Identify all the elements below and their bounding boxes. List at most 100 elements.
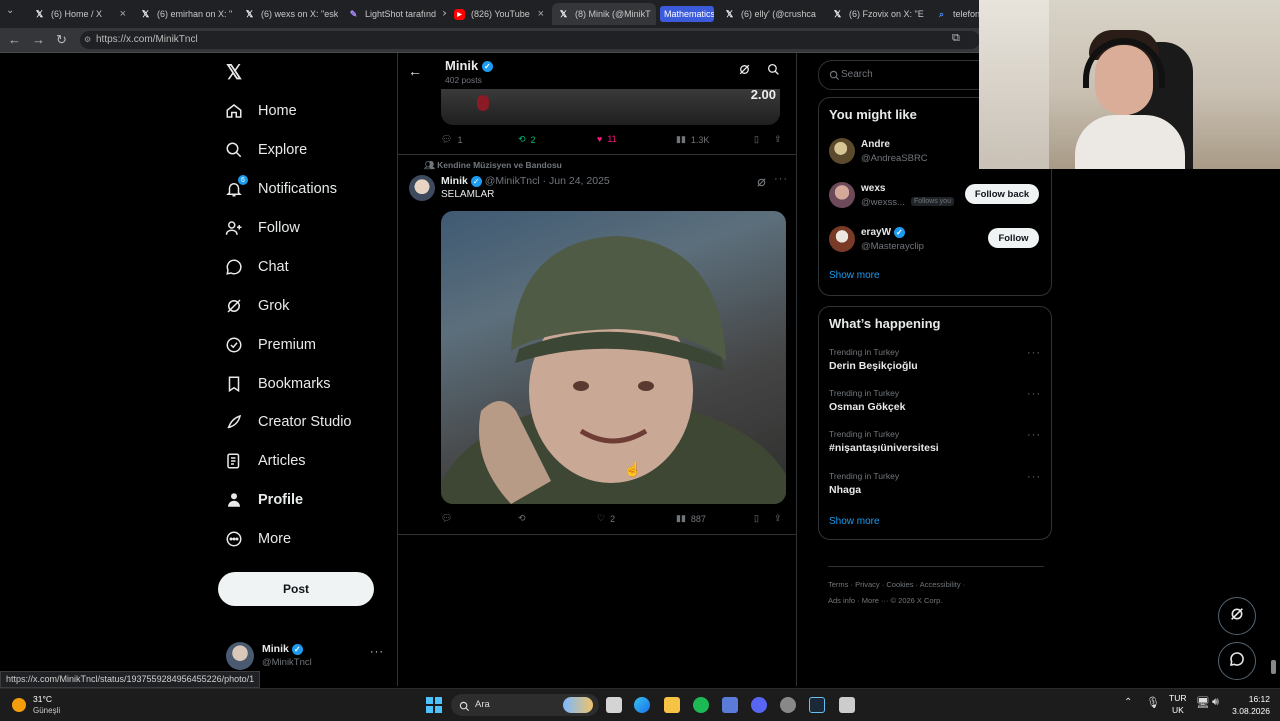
browser-tab[interactable]: ▶(826) YouTube× — [448, 3, 550, 25]
tab-group-mathematics[interactable]: Mathematics — [660, 6, 714, 22]
sidebar-item-follow[interactable]: Follow — [224, 216, 300, 240]
chat-fab[interactable] — [1218, 642, 1256, 680]
footer-link-ads[interactable]: Ads info — [828, 596, 855, 605]
x-logo-icon[interactable]: 𝕏 — [226, 60, 242, 85]
views-button[interactable]: ▮▮1.3K — [676, 134, 709, 145]
trend-item[interactable]: Trending in Turkey #nişantaşıüniversites… — [829, 429, 1041, 454]
close-icon[interactable]: × — [120, 8, 126, 20]
more-icon[interactable]: ··· — [1027, 388, 1041, 400]
tab-list-icon[interactable]: ⌄ — [6, 5, 14, 16]
grok-icon[interactable] — [738, 63, 751, 81]
taskbar-search[interactable]: Ara — [451, 694, 599, 716]
network-icon[interactable]: 🖥︎ — [1196, 696, 1210, 709]
footer-link-terms[interactable]: Terms — [828, 580, 848, 589]
sidebar-item-more[interactable]: More — [224, 527, 291, 551]
close-icon[interactable]: × — [538, 8, 544, 20]
tray-chevron-icon[interactable]: ⌃ — [1124, 697, 1132, 708]
like-button[interactable]: ♡2 — [597, 513, 615, 524]
clock-date[interactable]: 3.08.2026 — [1224, 706, 1270, 716]
footer-link-accessibility[interactable]: Accessibility — [920, 580, 961, 589]
follow-back-button[interactable]: Follow back — [965, 184, 1039, 204]
sidebar-item-notifications[interactable]: 6 Notifications — [224, 177, 337, 201]
browser-tab-active[interactable]: 𝕏(8) Minik (@MinikT× — [552, 3, 656, 25]
author-handle[interactable]: @MinikTncl — [485, 175, 540, 187]
sidebar-item-home[interactable]: Home — [224, 99, 297, 123]
like-button[interactable]: ♥11 — [597, 134, 617, 144]
calculator-icon[interactable] — [839, 697, 855, 713]
grok-fab[interactable] — [1218, 597, 1256, 635]
clock-time[interactable]: 16:12 — [1234, 694, 1270, 704]
sidebar-item-grok[interactable]: Grok — [224, 294, 289, 318]
sidebar-item-profile[interactable]: Profile — [224, 488, 303, 512]
url-field[interactable]: ⚙https://x.com/MinikTncl — [80, 31, 980, 49]
reload-icon[interactable]: ↻ — [56, 32, 67, 48]
more-icon[interactable]: ··· — [1027, 429, 1041, 441]
repost-button[interactable]: ⟲ — [518, 513, 531, 524]
trend-item[interactable]: Trending in Turkey Nhaga ··· — [829, 471, 1041, 496]
weather-temp[interactable]: 31°C — [33, 694, 52, 704]
more-icon[interactable]: ··· — [774, 173, 788, 185]
sidebar-item-articles[interactable]: Articles — [224, 449, 306, 473]
sidebar-item-premium[interactable]: Premium — [224, 333, 316, 357]
more-icon[interactable]: ··· — [370, 646, 384, 658]
follow-button[interactable]: Follow — [988, 228, 1039, 248]
volume-icon[interactable]: 🔊︎ — [1212, 696, 1219, 709]
reply-button[interactable]: 💬︎ — [441, 513, 457, 524]
post-photo[interactable]: ☝ — [441, 211, 786, 504]
site-info-icon[interactable]: ⚙ — [84, 31, 91, 49]
footer-link-privacy[interactable]: Privacy — [855, 580, 880, 589]
bookmark-button[interactable]: ▯ — [754, 134, 759, 145]
search-input[interactable]: Search — [818, 60, 990, 90]
browser-tab[interactable]: 𝕏(6) emirhan on X: "× — [134, 3, 234, 25]
share-button[interactable]: ⇪ — [774, 513, 782, 524]
back-icon[interactable]: ← — [8, 32, 21, 47]
author-name[interactable]: Minik — [441, 175, 468, 187]
sidebar-item-chat[interactable]: Chat — [224, 255, 289, 279]
app-icon[interactable] — [780, 697, 796, 713]
avatar[interactable] — [409, 175, 435, 201]
game-launcher-icon[interactable] — [722, 697, 738, 713]
discord-icon[interactable] — [751, 697, 767, 713]
reply-button[interactable]: 💬︎1 — [441, 134, 462, 145]
microphone-icon[interactable]: 🎙︎ — [1146, 696, 1160, 709]
previous-post-media[interactable]: 2.00 — [441, 89, 780, 125]
browser-tab[interactable]: 𝕏(6) wexs on X: "esk× — [238, 3, 338, 25]
post-date[interactable]: · Jun 24, 2025 — [543, 175, 610, 187]
bookmark-button[interactable]: ▯ — [754, 513, 759, 524]
browser-tab[interactable]: ⌕telefon k — [930, 3, 980, 25]
post-button[interactable]: Post — [218, 572, 374, 606]
footer-link-more[interactable]: More ··· — [862, 596, 889, 605]
more-icon[interactable]: ··· — [1027, 347, 1041, 359]
trend-item[interactable]: Trending in Turkey Derin Beşikçioğlu ··· — [829, 347, 1041, 372]
post-article[interactable]: 👥︎ Kendine Müzisyen ve Bandosu Minik ✓ @… — [398, 155, 796, 535]
more-icon[interactable]: ··· — [1027, 471, 1041, 483]
screenshot-icon[interactable]: ⧉ — [952, 32, 960, 45]
grok-icon[interactable] — [756, 175, 767, 193]
browser-tab[interactable]: ✎LightShot tarafınd× — [342, 3, 446, 25]
spotify-icon[interactable] — [693, 697, 709, 713]
steam-icon[interactable] — [809, 697, 825, 713]
close-icon[interactable]: × — [442, 8, 446, 20]
weather-desc[interactable]: Güneşli — [33, 706, 60, 715]
page-scrollbar-thumb[interactable] — [1271, 660, 1276, 674]
trend-item[interactable]: Trending in Turkey Osman Gökçek ··· — [829, 388, 1041, 413]
forward-icon[interactable]: → — [32, 32, 45, 47]
footer-link-cookies[interactable]: Cookies — [886, 580, 913, 589]
start-icon[interactable] — [426, 697, 442, 713]
suggestion-row[interactable]: erayW ✓ @Masterayclip Follow — [819, 222, 1051, 256]
views-button[interactable]: ▮▮887 — [676, 513, 706, 524]
back-arrow-icon[interactable]: ← — [408, 63, 422, 79]
browser-tab[interactable]: 𝕏(6) Home / X× — [28, 3, 132, 25]
repost-button[interactable]: ⟲2 — [518, 134, 536, 145]
input-language[interactable]: TUR — [1169, 693, 1186, 703]
account-switcher[interactable]: Minik ✓ @MinikTncl ··· — [222, 640, 386, 674]
sidebar-item-bookmarks[interactable]: Bookmarks — [224, 372, 331, 396]
input-layout[interactable]: UK — [1172, 705, 1184, 715]
sidebar-item-explore[interactable]: Explore — [224, 138, 307, 162]
suggestion-row[interactable]: wexs @wexss... Follows you Follow back — [819, 178, 1051, 212]
task-view-icon[interactable] — [606, 697, 622, 713]
edge-browser-icon[interactable] — [634, 697, 650, 713]
browser-tab[interactable]: 𝕏(6) Fzovix on X: "E× — [826, 3, 928, 25]
show-more-link[interactable]: Show more — [829, 516, 880, 527]
share-button[interactable]: ⇪ — [774, 134, 782, 145]
